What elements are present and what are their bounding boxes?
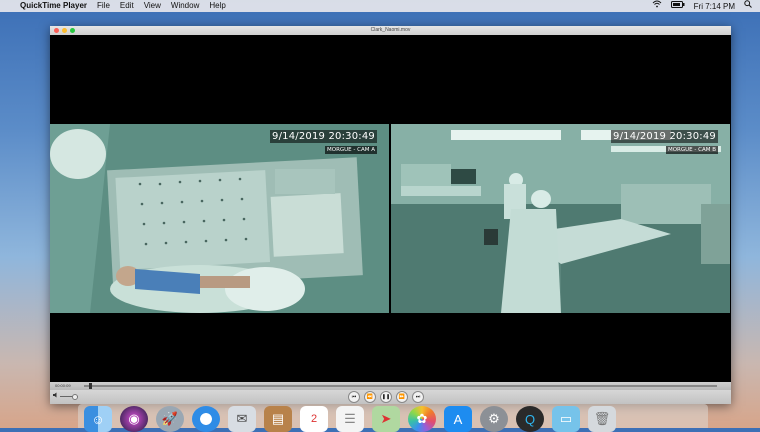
safari-icon[interactable]: ⌖: [192, 406, 220, 432]
notes-icon[interactable]: ▤: [264, 406, 292, 432]
cam-b-timestamp: 9/14/2019 20:30:49: [611, 130, 718, 143]
quicktime-window: Clark_Naomi.mov 9/14/2019 20:30:49 MORGU…: [50, 26, 731, 404]
reminders-icon[interactable]: ☰: [336, 406, 364, 432]
window-title: Clark_Naomi.mov: [370, 27, 411, 33]
cam-b-label: MORGUE - CAM B: [665, 146, 718, 154]
cam-a-timestamp: 9/14/2019 20:30:49: [270, 130, 377, 143]
clock[interactable]: Fri 7:14 PM: [694, 2, 735, 11]
maps-icon[interactable]: ➤: [372, 406, 400, 432]
folder-icon[interactable]: ▭: [552, 406, 580, 432]
pause-icon[interactable]: ❚❚: [380, 391, 392, 403]
launchpad-icon[interactable]: 🚀: [156, 406, 184, 432]
cam-a-label: MORGUE - CAM A: [325, 146, 377, 154]
wifi-icon[interactable]: [652, 0, 662, 12]
quicktime-icon[interactable]: Q: [516, 406, 544, 432]
menu-help[interactable]: Help: [209, 0, 225, 12]
app-menu[interactable]: QuickTime Player: [20, 0, 87, 12]
elapsed-time: 00:00:09: [55, 383, 71, 388]
photos-icon[interactable]: ✿: [408, 406, 436, 432]
rewind-icon[interactable]: ⏪: [364, 391, 376, 403]
volume-knob[interactable]: [72, 394, 78, 400]
scrubber-track[interactable]: [84, 385, 717, 387]
fast-forward-icon[interactable]: ⏩: [396, 391, 408, 403]
siri-icon[interactable]: ◉: [120, 406, 148, 432]
trash-icon[interactable]: 🗑: [588, 406, 616, 432]
volume-icon[interactable]: [53, 392, 59, 400]
finder-icon[interactable]: ☺: [84, 406, 112, 432]
menu-window[interactable]: Window: [171, 0, 199, 12]
calendar-icon[interactable]: 2: [300, 406, 328, 432]
scrubber-handle[interactable]: [89, 383, 93, 389]
menu-file[interactable]: File: [97, 0, 110, 12]
menu-view[interactable]: View: [144, 0, 161, 12]
menu-edit[interactable]: Edit: [120, 0, 134, 12]
app-store-icon[interactable]: A: [444, 406, 472, 432]
skip-forward-icon[interactable]: ⏭: [412, 391, 424, 403]
mail-icon[interactable]: ✉: [228, 406, 256, 432]
menu-bar: QuickTime Player File Edit View Window H…: [0, 0, 760, 12]
dock: ☺ ◉ 🚀 ⌖ ✉ ▤ 2 ☰ ➤ ✿ A ⚙ Q ▭ 🗑: [78, 404, 708, 432]
battery-icon[interactable]: [670, 0, 685, 12]
skip-back-icon[interactable]: ⏮: [348, 391, 360, 403]
system-preferences-icon[interactable]: ⚙: [480, 406, 508, 432]
video-cam-a[interactable]: 9/14/2019 20:30:49 MORGUE - CAM A: [50, 124, 389, 313]
scrubber-bar[interactable]: 00:00:09: [50, 382, 731, 390]
title-bar[interactable]: Clark_Naomi.mov: [50, 26, 731, 35]
video-cam-b[interactable]: 9/14/2019 20:30:49 MORGUE - CAM B: [391, 124, 730, 313]
control-bar: ⏮ ⏪ ❚❚ ⏩ ⏭: [50, 390, 731, 404]
search-icon[interactable]: [744, 0, 752, 12]
